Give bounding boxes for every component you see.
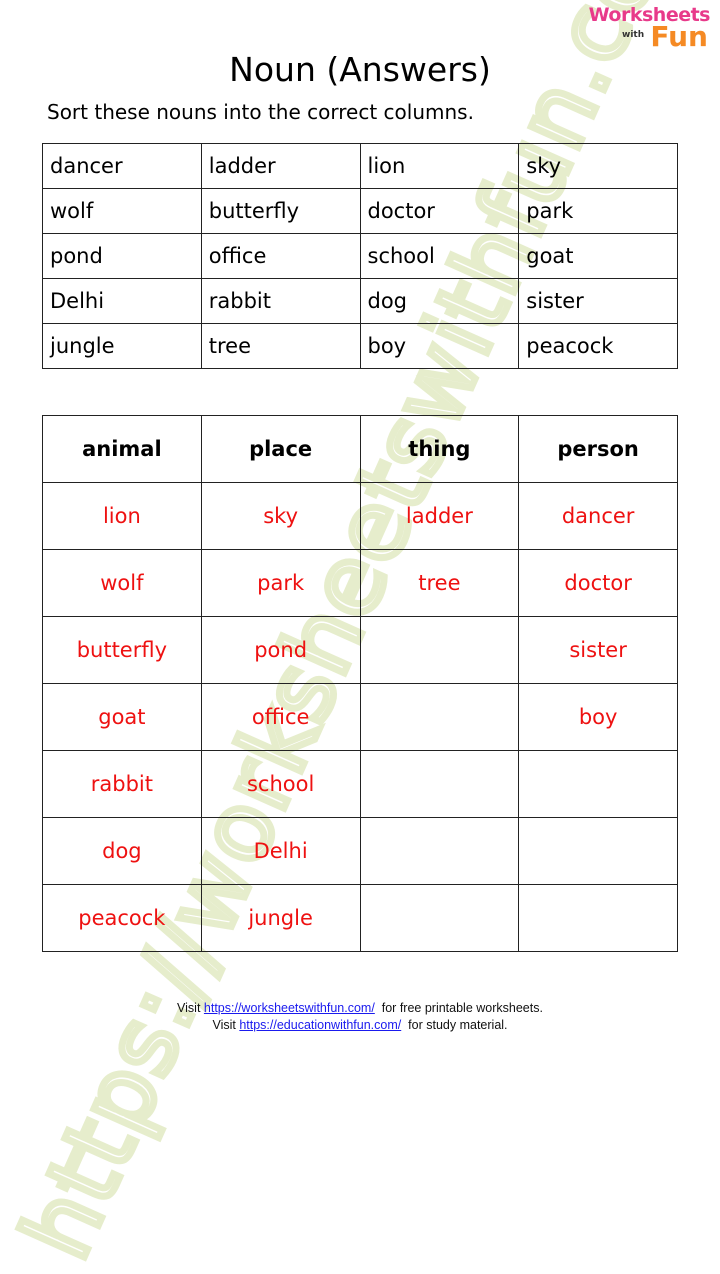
word-bank-cell: rabbit: [200, 278, 361, 324]
column-header: person: [518, 415, 678, 483]
footer-text: for study material.: [401, 1018, 508, 1032]
page-title: Noun (Answers): [229, 50, 491, 89]
footer-text: Visit: [177, 1001, 204, 1015]
answer-cell: sky: [200, 482, 361, 550]
word-bank-cell: lion: [359, 143, 520, 189]
footer-line-2: Visit https://educationwithfun.com/ for …: [0, 1017, 720, 1034]
answer-cell: park: [200, 549, 361, 617]
answer-cell: wolf: [42, 549, 202, 617]
answer-cell: dog: [42, 817, 202, 885]
word-bank-cell: wolf: [42, 188, 202, 234]
word-bank-cell: goat: [518, 233, 678, 279]
answer-row: dog Delhi: [42, 817, 678, 885]
word-bank-cell: Delhi: [42, 278, 202, 324]
footer-text: for free printable worksheets.: [374, 1001, 543, 1015]
worksheetswithfun-link[interactable]: https://worksheetswithfun.com/: [204, 1001, 375, 1015]
column-header: thing: [359, 415, 520, 483]
word-bank-cell: jungle: [42, 323, 202, 369]
logo-text-fun: Fun: [650, 20, 708, 53]
answer-cell: [518, 750, 678, 818]
answer-cell: [518, 884, 678, 952]
answer-cell: doctor: [518, 549, 678, 617]
answer-table: animal place thing person lion sky ladder danc…: [42, 415, 678, 952]
word-bank-row: pond office school goat: [42, 233, 678, 279]
answer-cell: [359, 817, 520, 885]
answer-cell: [359, 884, 520, 952]
answer-cell: lion: [42, 482, 202, 550]
answer-header-row: animal place thing person: [42, 415, 678, 483]
answer-cell: [359, 750, 520, 818]
word-bank-cell: sky: [518, 143, 678, 189]
word-bank-cell: boy: [359, 323, 520, 369]
word-bank-row: Delhi rabbit dog sister: [42, 278, 678, 324]
answer-cell: tree: [359, 549, 520, 617]
word-bank-cell: park: [518, 188, 678, 234]
word-bank-cell: pond: [42, 233, 202, 279]
answer-cell: rabbit: [42, 750, 202, 818]
answer-cell: [359, 683, 520, 751]
answer-cell: Delhi: [200, 817, 361, 885]
word-bank-cell: school: [359, 233, 520, 279]
answer-cell: peacock: [42, 884, 202, 952]
answer-cell: [518, 817, 678, 885]
worksheets-with-fun-logo: Worksheets with Fun: [589, 4, 711, 53]
answer-cell: dancer: [518, 482, 678, 550]
answer-row: butterfly pond sister: [42, 616, 678, 684]
answer-cell: [359, 616, 520, 684]
column-header: animal: [42, 415, 202, 483]
footer-line-1: Visit https://worksheetswithfun.com/ for…: [0, 1000, 720, 1017]
footer-text: Visit: [212, 1018, 240, 1032]
answer-cell: boy: [518, 683, 678, 751]
answer-row: goat office boy: [42, 683, 678, 751]
instruction-text: Sort these nouns into the correct column…: [47, 100, 474, 124]
answer-cell: pond: [200, 616, 361, 684]
word-bank-cell: doctor: [359, 188, 520, 234]
word-bank-row: dancer ladder lion sky: [42, 143, 678, 189]
answer-cell: school: [200, 750, 361, 818]
word-bank-cell: dog: [359, 278, 520, 324]
answer-cell: goat: [42, 683, 202, 751]
word-bank-cell: butterfly: [200, 188, 361, 234]
column-header: place: [200, 415, 361, 483]
educationwithfun-link[interactable]: https://educationwithfun.com/: [239, 1018, 401, 1032]
answer-cell: sister: [518, 616, 678, 684]
answer-cell: office: [200, 683, 361, 751]
answer-cell: butterfly: [42, 616, 202, 684]
word-bank-row: jungle tree boy peacock: [42, 323, 678, 369]
word-bank-cell: ladder: [200, 143, 361, 189]
word-bank-cell: sister: [518, 278, 678, 324]
word-bank-cell: office: [200, 233, 361, 279]
answer-row: lion sky ladder dancer: [42, 482, 678, 550]
word-bank-cell: dancer: [42, 143, 202, 189]
logo-text-with: with: [622, 30, 645, 40]
footer: Visit https://worksheetswithfun.com/ for…: [0, 1000, 720, 1034]
answer-cell: jungle: [200, 884, 361, 952]
word-bank-cell: peacock: [518, 323, 678, 369]
answer-row: rabbit school: [42, 750, 678, 818]
answer-cell: ladder: [359, 482, 520, 550]
word-bank-table: dancer ladder lion sky wolf butterfly doctor pa…: [42, 143, 678, 369]
answer-row: peacock jungle: [42, 884, 678, 952]
word-bank-cell: tree: [200, 323, 361, 369]
word-bank-row: wolf butterfly doctor park: [42, 188, 678, 234]
answer-row: wolf park tree doctor: [42, 549, 678, 617]
